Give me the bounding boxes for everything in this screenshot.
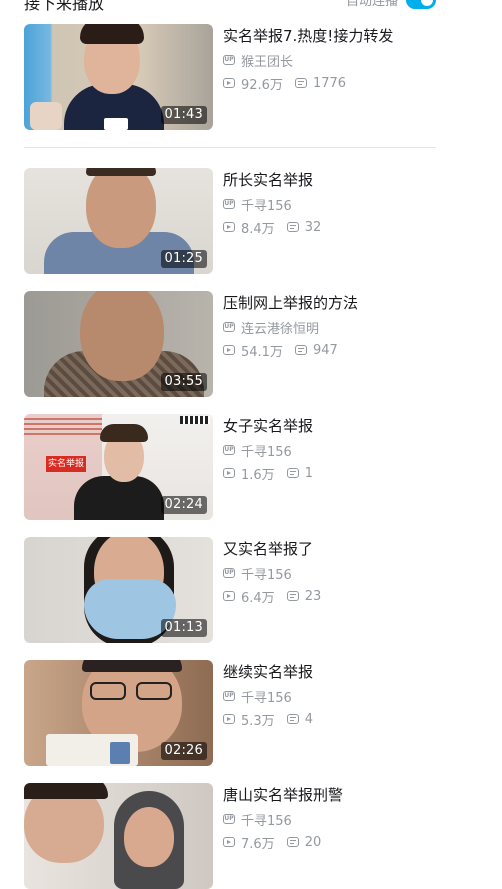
video-title[interactable]: 又实名举报了 [223,539,436,559]
play-count-icon [223,78,235,88]
view-count: 92.6万 [241,77,283,93]
up-row[interactable]: UP 猴王团长 [223,50,436,70]
danmaku-count: 1 [304,465,313,481]
up-badge-icon: UP [223,322,235,332]
up-badge-icon: UP [223,199,235,209]
video-title[interactable]: 继续实名举报 [223,662,436,682]
video-title[interactable]: 实名举报7.热度!接力转发 [223,26,436,46]
autoplay-control[interactable]: 自动连播 [346,0,436,9]
up-badge-icon: UP [223,814,235,824]
up-name[interactable]: 猴王团长 [241,51,293,70]
danmaku-count: 23 [304,588,322,604]
up-name[interactable]: 千寻156 [241,810,292,829]
video-info: 女子实名举报 UP 千寻156 1.6万 1 [223,416,436,486]
stats-row: 92.6万 1776 [223,73,436,93]
play-count-icon [223,714,235,724]
up-row[interactable]: UP 千寻156 [223,809,436,829]
play-count-icon [223,345,235,355]
video-thumbnail[interactable] [24,783,213,889]
view-count: 5.3万 [241,713,275,729]
up-name[interactable]: 千寻156 [241,564,292,583]
up-row[interactable]: UP 千寻156 [223,194,436,214]
video-info: 压制网上举报的方法 UP 连云港徐恒明 54.1万 947 [223,293,436,363]
up-row[interactable]: UP 千寻156 [223,440,436,460]
view-count: 54.1万 [241,344,283,360]
danmaku-icon [294,78,307,88]
video-thumbnail[interactable]: 01:25 [24,168,213,274]
view-count: 6.4万 [241,590,275,606]
play-count-icon [223,222,235,232]
danmaku-icon [286,468,299,478]
view-count: 7.6万 [241,836,275,852]
danmaku-count: 1776 [312,75,347,91]
stats-row: 6.4万 23 [223,586,436,606]
play-count-icon [223,591,235,601]
video-card[interactable]: 实名举报 02:24 女子实名举报 UP 千寻156 1.6万 1 [24,414,436,520]
video-duration: 03:55 [160,373,207,391]
video-card[interactable]: 唐山实名举报刑警 UP 千寻156 7.6万 20 [24,783,436,889]
stats-row: 8.4万 32 [223,217,436,237]
danmaku-count: 32 [304,219,322,235]
video-info: 所长实名举报 UP 千寻156 8.4万 32 [223,170,436,240]
video-duration: 02:26 [160,742,207,760]
video-info: 实名举报7.热度!接力转发 UP 猴王团长 92.6万 1776 [223,26,436,96]
video-duration: 01:25 [160,250,207,268]
video-title[interactable]: 唐山实名举报刑警 [223,785,436,805]
up-badge-icon: UP [223,55,235,65]
next-up-header: 接下来播放 自动连播 [24,0,436,14]
video-duration: 01:13 [160,619,207,637]
video-card[interactable]: 01:13 又实名举报了 UP 千寻156 6.4万 23 [24,537,436,643]
view-count: 8.4万 [241,221,275,237]
up-badge-icon: UP [223,568,235,578]
stats-row: 5.3万 4 [223,709,436,729]
view-count: 1.6万 [241,467,275,483]
video-duration: 02:24 [160,496,207,514]
up-name[interactable]: 千寻156 [241,441,292,460]
video-info: 唐山实名举报刑警 UP 千寻156 7.6万 20 [223,785,436,855]
up-name[interactable]: 千寻156 [241,195,292,214]
video-title[interactable]: 女子实名举报 [223,416,436,436]
danmaku-count: 20 [304,834,322,850]
video-thumbnail[interactable]: 实名举报 02:24 [24,414,213,520]
up-row[interactable]: UP 千寻156 [223,563,436,583]
up-name[interactable]: 连云港徐恒明 [241,318,319,337]
divider [24,147,436,148]
danmaku-icon [294,345,307,355]
up-name[interactable]: 千寻156 [241,687,292,706]
video-card[interactable]: 02:26 继续实名举报 UP 千寻156 5.3万 4 [24,660,436,766]
stats-row: 1.6万 1 [223,463,436,483]
video-title[interactable]: 压制网上举报的方法 [223,293,436,313]
danmaku-count: 4 [304,711,313,727]
play-count-icon [223,468,235,478]
video-card[interactable]: 01:25 所长实名举报 UP 千寻156 8.4万 32 [24,168,436,274]
danmaku-icon [286,714,299,724]
stats-row: 54.1万 947 [223,340,436,360]
up-badge-icon: UP [223,445,235,455]
danmaku-icon [286,837,299,847]
up-row[interactable]: UP 千寻156 [223,686,436,706]
danmaku-count: 947 [312,342,338,358]
danmaku-icon [286,591,299,601]
video-card[interactable]: 01:43 实名举报7.热度!接力转发 UP 猴王团长 92.6万 1776 [24,24,436,130]
video-info: 又实名举报了 UP 千寻156 6.4万 23 [223,539,436,609]
danmaku-icon [286,222,299,232]
video-duration: 01:43 [160,106,207,124]
video-thumbnail[interactable]: 01:43 [24,24,213,130]
video-thumbnail[interactable]: 02:26 [24,660,213,766]
play-count-icon [223,837,235,847]
video-thumbnail[interactable]: 01:13 [24,537,213,643]
video-thumbnail[interactable]: 03:55 [24,291,213,397]
video-title[interactable]: 所长实名举报 [223,170,436,190]
video-card[interactable]: 03:55 压制网上举报的方法 UP 连云港徐恒明 54.1万 947 [24,291,436,397]
stats-row: 7.6万 20 [223,832,436,852]
autoplay-toggle[interactable] [406,0,436,9]
up-badge-icon: UP [223,691,235,701]
video-info: 继续实名举报 UP 千寻156 5.3万 4 [223,662,436,732]
thumbnail-banner-text: 实名举报 [48,459,85,469]
up-row[interactable]: UP 连云港徐恒明 [223,317,436,337]
next-up-title: 接下来播放 [24,0,105,13]
autoplay-label: 自动连播 [345,0,398,9]
